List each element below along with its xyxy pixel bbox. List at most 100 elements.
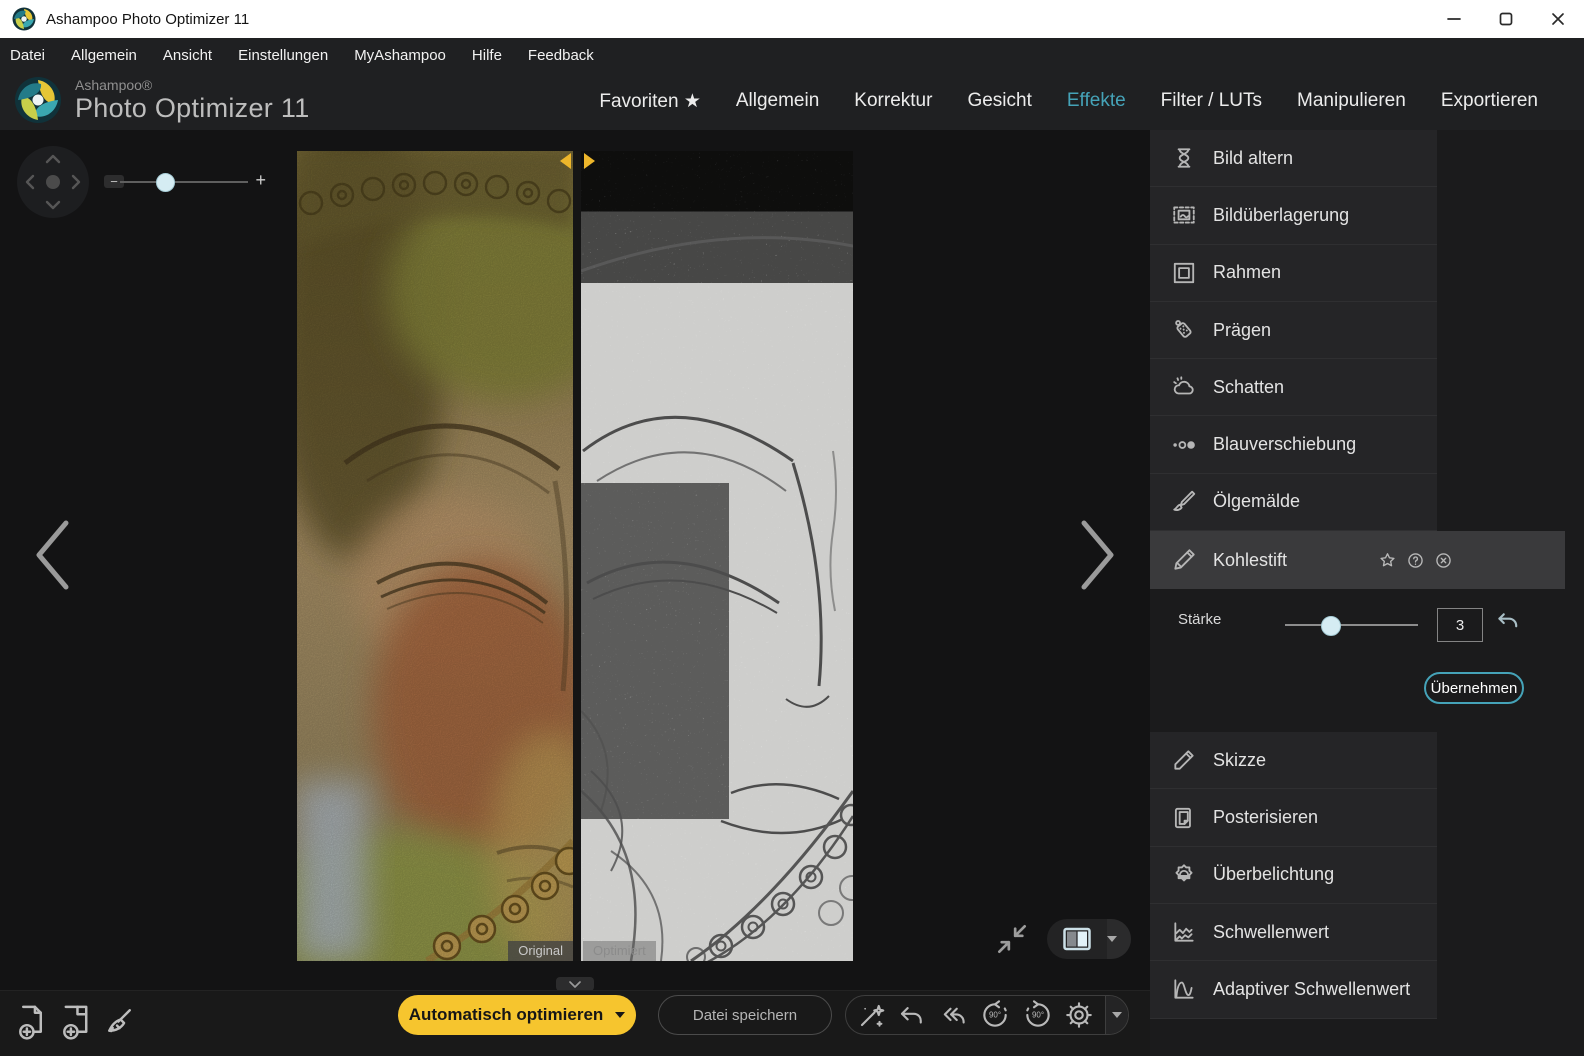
paintbrush-icon (1167, 489, 1201, 515)
tab-exportieren[interactable]: Exportieren (1441, 90, 1538, 112)
optimized-image[interactable]: Optimiert (581, 151, 853, 961)
zoom-slider-track[interactable] (120, 181, 248, 183)
frame-icon (1167, 260, 1201, 286)
apply-button[interactable]: Übernehmen (1424, 672, 1524, 704)
brand-company: Ashampoo® (75, 78, 310, 93)
effect-item-uberbelichtung[interactable]: Überbelichtung (1150, 847, 1437, 904)
effect-item-skizze[interactable]: Skizze (1150, 732, 1437, 789)
zoom-slider: − + (104, 172, 266, 192)
effect-item-schwellenwert[interactable]: Schwellenwert (1150, 904, 1437, 961)
tab-filter-luts[interactable]: Filter / LUTs (1161, 90, 1262, 112)
effect-item-schatten[interactable]: Schatten (1150, 359, 1437, 416)
undo-icon[interactable] (897, 1000, 927, 1030)
auto-optimize-label: Automatisch optimieren (409, 1005, 604, 1025)
menu-item-ansicht[interactable]: Ansicht (163, 47, 212, 64)
effects-sidebar: Bild altern Bildüberlagerung Rahmen (1150, 130, 1584, 1056)
hourglass-icon (1167, 145, 1201, 171)
effect-parameters: Stärke 3 Übernehmen (1150, 589, 1584, 732)
settings-gear-icon[interactable] (1064, 1000, 1094, 1030)
rotate-left-icon[interactable]: 90° (979, 999, 1011, 1031)
tab-manipulieren[interactable]: Manipulieren (1297, 90, 1406, 112)
strength-slider-knob[interactable] (1321, 616, 1341, 636)
split-view-dropdown[interactable] (1107, 919, 1131, 959)
window-title: Ashampoo Photo Optimizer 11 (46, 11, 249, 28)
favorite-star-icon[interactable] (1378, 551, 1397, 570)
fit-to-view-button[interactable] (993, 920, 1031, 958)
overexposure-icon (1167, 862, 1201, 888)
effect-item-adaptiver-schwellenwert[interactable]: Adaptiver Schwellenwert (1150, 961, 1437, 1018)
image-overlay-icon (1167, 202, 1201, 228)
posterize-icon (1167, 805, 1201, 831)
split-view-toggle[interactable] (1047, 919, 1131, 959)
brand-product: Photo Optimizer 11 (75, 93, 310, 123)
menu-item-allgemein[interactable]: Allgemein (71, 47, 137, 64)
remove-effect-icon[interactable] (1434, 551, 1453, 570)
magic-wand-icon[interactable] (857, 1000, 887, 1030)
undo-all-icon[interactable] (938, 1000, 968, 1030)
original-label: Original (508, 941, 573, 961)
pan-control[interactable] (17, 146, 89, 218)
maximize-button[interactable] (1480, 0, 1532, 38)
effect-item-rahmen[interactable]: Rahmen (1150, 245, 1437, 302)
menu-item-einstellungen[interactable]: Einstellungen (238, 47, 328, 64)
split-handle-right-icon[interactable] (584, 153, 595, 169)
titlebar: Ashampoo Photo Optimizer 11 (0, 0, 1584, 38)
add-folder-button[interactable] (58, 1004, 94, 1042)
cloud-shadow-icon (1167, 374, 1201, 400)
help-icon[interactable] (1406, 551, 1425, 570)
emboss-icon (1167, 317, 1201, 343)
app-logo-large-icon (14, 76, 62, 124)
clear-list-button[interactable] (100, 1006, 134, 1040)
auto-optimize-button[interactable]: Automatisch optimieren (398, 995, 636, 1035)
optimized-label: Optimiert (583, 941, 656, 961)
add-file-button[interactable] (14, 1004, 50, 1042)
brand: Ashampoo® Photo Optimizer 11 (14, 76, 310, 124)
zoom-slider-knob[interactable] (156, 173, 175, 192)
split-divider[interactable] (573, 151, 581, 961)
strength-label: Stärke (1178, 611, 1221, 628)
menu-item-datei[interactable]: Datei (10, 47, 45, 64)
effect-item-olgemalde[interactable]: Ölgemälde (1150, 474, 1437, 531)
menu-item-hilfe[interactable]: Hilfe (472, 47, 502, 64)
charcoal-pencil-icon (1167, 547, 1201, 573)
split-view-icon (1047, 926, 1107, 952)
next-image-button[interactable] (1076, 516, 1120, 594)
window-controls (1428, 0, 1584, 38)
tab-allgemein[interactable]: Allgemein (736, 90, 819, 112)
menu-item-feedback[interactable]: Feedback (528, 47, 594, 64)
rotate-right-icon[interactable]: 90° (1022, 999, 1054, 1031)
tab-gesicht[interactable]: Gesicht (967, 90, 1031, 112)
strength-slider-track[interactable] (1285, 624, 1418, 626)
svg-text:90°: 90° (989, 1011, 1001, 1020)
effect-item-bild-altern[interactable]: Bild altern (1150, 130, 1437, 187)
effect-actions (1378, 551, 1453, 570)
tab-effekte[interactable]: Effekte (1067, 90, 1126, 112)
reset-icon[interactable] (1494, 610, 1520, 636)
save-file-button[interactable]: Datei speichern (658, 995, 832, 1035)
toolbar-dropdown[interactable] (1105, 996, 1128, 1034)
bottom-bar: Automatisch optimieren Datei speichern (0, 990, 1150, 1056)
menu-item-myashampoo[interactable]: MyAshampoo (354, 47, 446, 64)
split-handle-left-icon[interactable] (560, 153, 571, 169)
svg-text:90°: 90° (1031, 1011, 1043, 1020)
chevron-down-icon (1112, 1012, 1122, 1018)
close-button[interactable] (1532, 0, 1584, 38)
zoom-in-button[interactable]: + (255, 170, 266, 191)
menubar: Datei Allgemein Ansicht Einstellungen My… (10, 38, 594, 72)
strength-value-field[interactable]: 3 (1437, 608, 1483, 642)
effect-item-pragen[interactable]: Prägen (1150, 302, 1437, 359)
effect-item-posterisieren[interactable]: Posterisieren (1150, 789, 1437, 846)
effect-item-blauverschiebung[interactable]: Blauverschiebung (1150, 416, 1437, 473)
tab-favoriten[interactable]: Favoriten ★ (599, 90, 701, 113)
filmstrip-collapse-button[interactable] (556, 977, 594, 991)
minimize-button[interactable] (1428, 0, 1480, 38)
chevron-down-icon (1107, 936, 1117, 942)
original-image[interactable]: Original (297, 151, 573, 961)
effect-item-kohlestift-selected[interactable]: Kohlestift (1150, 531, 1565, 589)
threshold-icon (1167, 919, 1201, 945)
main-tabs: Favoriten ★ Allgemein Korrektur Gesicht … (599, 74, 1538, 128)
previous-image-button[interactable] (30, 516, 74, 594)
app-logo-icon (12, 7, 36, 31)
tab-korrektur[interactable]: Korrektur (854, 90, 932, 112)
effect-item-bilduberlagerung[interactable]: Bildüberlagerung (1150, 187, 1437, 244)
